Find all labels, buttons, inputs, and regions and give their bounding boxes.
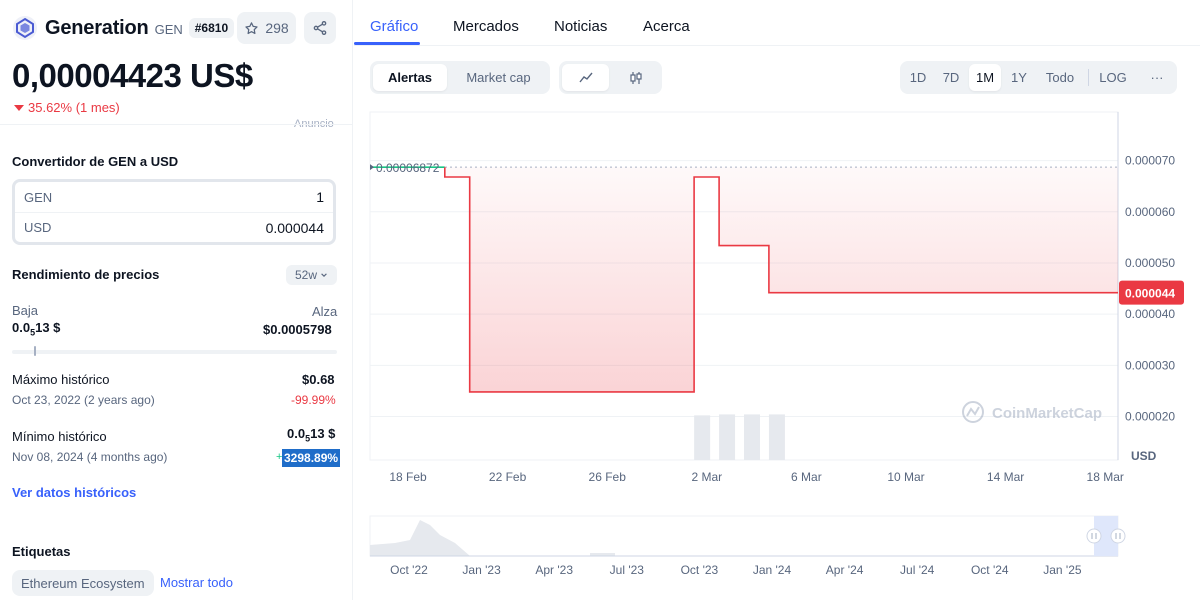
x-tick-label: 22 Feb xyxy=(489,470,527,484)
volume-bar xyxy=(719,414,736,460)
volume-bar xyxy=(768,414,785,460)
navigator-tick-label: Jan '24 xyxy=(753,563,792,577)
navigator-tick-label: Jul '23 xyxy=(610,563,645,577)
start-price-marker xyxy=(370,164,374,171)
x-tick-label: 10 Mar xyxy=(887,470,924,484)
y-axis: 0.000070 0.000060 0.000050 0.000040 0.000030… xyxy=(1125,154,1175,463)
navigator-tick-label: Oct '24 xyxy=(971,563,1009,577)
x-tick-label: 26 Feb xyxy=(589,470,627,484)
navigator-tick-label: Apr '23 xyxy=(535,563,573,577)
volume-bars xyxy=(694,414,785,460)
x-axis: 18 Feb 22 Feb 26 Feb 2 Mar 6 Mar 10 Mar 14 Mar… xyxy=(389,470,1124,484)
navigator-tick-label: Jan '25 xyxy=(1043,563,1082,577)
navigator-tick-label: Oct '22 xyxy=(390,563,428,577)
coinmarketcap-watermark: CoinMarketCap xyxy=(962,401,1102,423)
price-area-fill xyxy=(444,167,1118,392)
navigator-handle xyxy=(1086,528,1102,544)
x-tick-label: 14 Mar xyxy=(987,470,1024,484)
y-axis-unit: USD xyxy=(1131,449,1157,463)
navigator-tick-label: Apr '24 xyxy=(826,563,864,577)
x-tick-label: 2 Mar xyxy=(691,470,722,484)
y-tick-label: 0.000070 xyxy=(1125,154,1175,168)
volume-bar xyxy=(694,415,711,460)
navigator-handle xyxy=(1110,528,1126,544)
navigator-tick-label: Oct '23 xyxy=(681,563,719,577)
y-tick-label: 0.000020 xyxy=(1125,410,1175,424)
watermark-text: CoinMarketCap xyxy=(992,405,1102,422)
x-tick-label: 18 Mar xyxy=(1087,470,1124,484)
volume-bar xyxy=(744,414,760,460)
navigator-tick-label: Jul '24 xyxy=(900,563,935,577)
y-tick-label: 0.000030 xyxy=(1125,358,1175,372)
price-chart[interactable]: 0.000070 0.000060 0.000050 0.000040 0.000030… xyxy=(0,0,1200,600)
current-price-label: 0.000044 xyxy=(1125,287,1175,301)
y-tick-label: 0.000060 xyxy=(1125,205,1175,219)
y-tick-label: 0.000040 xyxy=(1125,307,1175,321)
x-tick-label: 18 Feb xyxy=(389,470,427,484)
navigator-tick-label: Jan '23 xyxy=(462,563,501,577)
y-tick-label: 0.000050 xyxy=(1125,256,1175,270)
start-price-label: 0.00006872 xyxy=(376,161,440,175)
range-navigator[interactable]: Oct '22 Jan '23 Apr '23 Jul '23 Oct '23 Jan '… xyxy=(369,515,1126,577)
x-tick-label: 6 Mar xyxy=(791,470,822,484)
navigator-frame xyxy=(369,515,1119,557)
